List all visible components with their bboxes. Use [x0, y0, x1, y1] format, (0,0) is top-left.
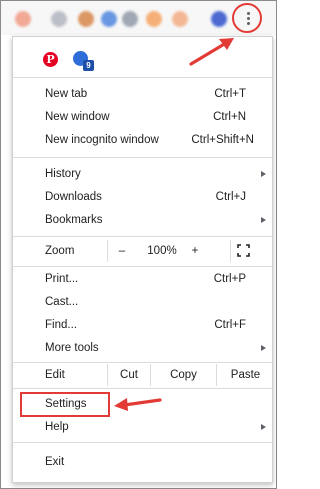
highlight-circle [232, 3, 262, 33]
extension-icon[interactable] [15, 11, 31, 27]
zoom-controls: – 100% + [107, 240, 231, 262]
paste-button[interactable]: Paste [216, 364, 274, 386]
menu-item-find[interactable]: Find... Ctrl+F [13, 314, 272, 336]
extension-icon[interactable] [78, 11, 94, 27]
menu-divider [13, 442, 272, 443]
menu-item-label: Bookmarks [45, 214, 103, 226]
menu-item-new-window[interactable]: New window Ctrl+N [13, 106, 272, 128]
extension-icon[interactable] [146, 11, 162, 27]
menu-divider [13, 236, 272, 237]
fullscreen-icon[interactable] [237, 244, 250, 257]
menu-item-label: History [45, 168, 81, 180]
menu-item-label: Help [45, 421, 69, 433]
menu-divider [13, 362, 272, 363]
settings-highlight-box [20, 392, 110, 417]
menu-item-label: Print... [45, 273, 79, 285]
pinterest-icon[interactable]: P [43, 52, 58, 67]
menu-item-shortcut: Ctrl+N [213, 111, 246, 123]
menu-item-shortcut: Ctrl+P [213, 273, 246, 285]
extension-icon[interactable] [122, 11, 138, 27]
menu-item-more-tools[interactable]: More tools [13, 337, 272, 359]
submenu-arrow-icon [261, 345, 266, 351]
menu-divider [13, 77, 272, 78]
cut-button[interactable]: Cut [107, 364, 150, 386]
submenu-arrow-icon [261, 424, 266, 430]
menu-item-shortcut: Ctrl+Shift+N [191, 134, 254, 146]
zoom-label: Zoom [45, 245, 75, 257]
extension-icon[interactable] [51, 11, 67, 27]
menu-item-bookmarks[interactable]: Bookmarks [13, 209, 272, 231]
submenu-arrow-icon [261, 171, 266, 177]
menu-divider [13, 157, 272, 158]
edit-label: Edit [45, 369, 65, 381]
edit-row: Edit Cut Copy Paste [13, 364, 272, 386]
zoom-out-button[interactable]: – [115, 240, 129, 262]
menu-item-label: Find... [45, 319, 77, 331]
menu-item-cast[interactable]: Cast... [13, 291, 272, 313]
menu-extensions-row: P 9 [13, 37, 272, 71]
menu-divider [13, 388, 272, 389]
menu-divider [13, 266, 272, 267]
menu-item-help[interactable]: Help [13, 416, 272, 438]
menu-item-label: Cast... [45, 296, 79, 308]
zoom-row: Zoom – 100% + [13, 240, 272, 262]
menu-item-new-tab[interactable]: New tab Ctrl+T [13, 83, 272, 105]
zoom-in-button[interactable]: + [188, 240, 202, 262]
menu-item-label: New incognito window [45, 134, 159, 146]
menu-item-shortcut: Ctrl+F [214, 319, 246, 331]
submenu-arrow-icon [261, 217, 266, 223]
extension-badge: 9 [83, 60, 94, 71]
menu-item-label: New window [45, 111, 110, 123]
menu-item-downloads[interactable]: Downloads Ctrl+J [13, 186, 272, 208]
menu-item-label: More tools [45, 342, 99, 354]
menu-item-label: Exit [45, 456, 65, 468]
extension-icon[interactable] [101, 11, 117, 27]
menu-item-exit[interactable]: Exit [13, 451, 272, 473]
menu-item-new-incognito-window[interactable]: New incognito window Ctrl+Shift+N [13, 129, 272, 151]
menu-item-label: Downloads [45, 191, 102, 203]
menu-item-history[interactable]: History [13, 163, 272, 185]
menu-item-shortcut: Ctrl+J [215, 191, 246, 203]
menu-item-print[interactable]: Print... Ctrl+P [13, 268, 272, 290]
menu-item-label: New tab [45, 88, 88, 100]
copy-button[interactable]: Copy [150, 364, 216, 386]
extension-icon[interactable] [172, 11, 188, 27]
menu-item-shortcut: Ctrl+T [214, 88, 246, 100]
profile-avatar[interactable] [211, 11, 227, 27]
zoom-level: 100% [147, 245, 177, 257]
